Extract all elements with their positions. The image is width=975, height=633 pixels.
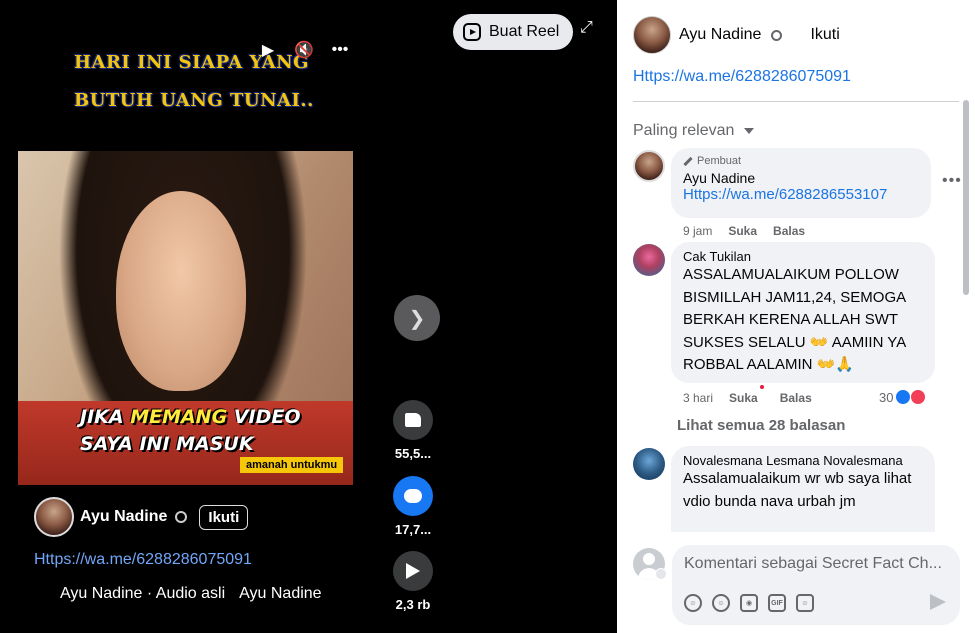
reaction-count: 30 — [879, 389, 894, 405]
emoji-icon[interactable]: ☺ — [712, 594, 730, 612]
play-icon[interactable]: ▶ — [258, 40, 278, 60]
comment-text: Assalamualaikum wr wb saya lihat vdio bu… — [683, 470, 912, 510]
sticker-icon[interactable]: ☺ — [796, 594, 814, 612]
scrollbar[interactable] — [963, 100, 969, 295]
expand-icon[interactable]: ⤢ — [580, 19, 593, 37]
like-reaction-icon — [895, 389, 912, 405]
follow-button[interactable]: Ikuti — [810, 26, 839, 44]
creator-name[interactable]: Ayu Nadine — [80, 508, 167, 526]
see-all-replies[interactable]: Lihat semua 28 balasan — [677, 417, 845, 434]
video-controls: ▶ 🔇 ••• — [258, 40, 350, 60]
comment-time[interactable]: 3 hari — [683, 391, 713, 405]
like-link[interactable]: Suka — [729, 391, 758, 405]
comment-composer: ☺ ☺ ◉ GIF ☺ — [617, 532, 975, 633]
comment-bubble: Cak Tukilan ASSALAMUALAIKUM POLLOW BISMI… — [671, 242, 935, 383]
video-thumbnail[interactable]: JIKA MEMANG VIDEO SAYA INI MASUK amanah … — [18, 151, 353, 485]
thumbnail-tag: amanah untukmu — [240, 457, 344, 473]
follow-button[interactable]: Ikuti — [199, 504, 249, 530]
avatar[interactable] — [633, 16, 671, 54]
description-link[interactable]: Https://wa.me/6288286075091 — [34, 551, 252, 569]
camera-icon[interactable]: ◉ — [740, 594, 758, 612]
chevron-right-icon: ❯ — [408, 307, 426, 330]
avatar-sticker-icon[interactable]: ☺ — [684, 594, 702, 612]
sort-label: Paling relevan — [633, 122, 735, 139]
comment-text: ASSALAMUALAIKUM POLLOW BISMILLAH JAM11,2… — [683, 266, 906, 373]
thumbnail-caption: JIKA MEMANG VIDEO — [80, 406, 301, 428]
globe-icon — [175, 511, 188, 523]
audio-text: Ayu Nadine — [239, 585, 322, 602]
comment-bubble: Novalesmana Lesmana Novalesmana Assalamu… — [671, 446, 935, 534]
globe-icon — [771, 29, 783, 41]
author-header: Ayu Nadine Ikuti — [633, 16, 840, 54]
comment-author[interactable]: Ayu Nadine — [683, 170, 919, 186]
reel-icon — [463, 23, 481, 41]
thumbnail-face — [116, 191, 246, 391]
comment-action[interactable]: 17,7... — [392, 476, 434, 537]
avatar[interactable] — [633, 244, 665, 276]
sort-dropdown[interactable]: Paling relevan — [633, 122, 755, 140]
author-name[interactable]: Ayu Nadine — [679, 26, 761, 44]
comment-meta: 3 hari Suka Balas — [683, 385, 812, 405]
like-count: 55,5... — [394, 446, 432, 461]
volume-muted-icon[interactable]: 🔇 — [294, 40, 314, 60]
chevron-down-icon[interactable] — [655, 568, 667, 580]
send-icon[interactable] — [930, 594, 946, 610]
reply-link[interactable]: Balas — [773, 224, 805, 238]
caret-down-icon — [744, 128, 755, 134]
share-count: 2,3 rb — [395, 597, 431, 612]
comment-count: 17,7... — [394, 522, 432, 537]
avatar[interactable] — [633, 150, 665, 182]
comment-button[interactable] — [393, 476, 433, 516]
comment-meta: 9 jam Suka Balas — [683, 224, 805, 238]
thumbnail-caption: SAYA INI MASUK — [80, 433, 254, 455]
avatar[interactable] — [34, 497, 74, 537]
create-reel-label: Buat Reel — [489, 23, 560, 40]
reply-link[interactable]: Balas — [780, 391, 812, 405]
more-icon[interactable]: ••• — [330, 41, 350, 59]
create-reel-button[interactable]: Buat Reel — [453, 14, 574, 50]
avatar[interactable] — [633, 448, 665, 480]
notification-dot — [759, 385, 764, 389]
audio-info[interactable]: Ayu Nadine · Audio asli Ayu Nadine — [60, 585, 322, 603]
divider — [633, 101, 959, 102]
like-action[interactable]: 55,5... — [392, 400, 434, 461]
video-pane[interactable]: HARI INI SIAPA YANG BUTUH UANG TUNAI.. ▶… — [0, 0, 617, 633]
comment-time[interactable]: 9 jam — [683, 224, 712, 238]
comment-bubble: Pembuat Ayu Nadine Https://wa.me/6288286… — [671, 148, 931, 218]
video-overlay-text: BUTUH UANG TUNAI.. — [74, 90, 314, 111]
comment-author[interactable]: Cak Tukilan — [683, 249, 923, 264]
comment-link[interactable]: Https://wa.me/6288286553107 — [683, 186, 919, 203]
thumbs-up-icon — [405, 413, 421, 427]
like-button[interactable] — [393, 400, 433, 440]
creator-row: Ayu Nadine Ikuti — [34, 497, 249, 537]
comment-input[interactable] — [684, 555, 946, 573]
share-button[interactable] — [393, 551, 433, 591]
love-reaction-icon — [910, 389, 927, 405]
composer-tools: ☺ ☺ ◉ GIF ☺ — [684, 594, 814, 612]
creator-badge: Pembuat — [683, 155, 919, 167]
gif-icon[interactable]: GIF — [768, 594, 786, 612]
share-icon — [406, 563, 420, 579]
like-link[interactable]: Suka — [728, 224, 757, 238]
description-link[interactable]: Https://wa.me/6288286075091 — [633, 68, 851, 86]
share-action[interactable]: 2,3 rb — [392, 551, 434, 612]
more-icon[interactable]: ••• — [942, 172, 962, 190]
comment-box[interactable]: ☺ ☺ ◉ GIF ☺ — [672, 545, 960, 625]
next-video-button[interactable]: ❯ — [394, 295, 440, 341]
pencil-icon — [683, 156, 693, 166]
comment-author[interactable]: Novalesmana Lesmana Novalesmana — [683, 453, 923, 468]
comment-icon — [404, 489, 422, 503]
reaction-summary[interactable]: 30 — [879, 389, 927, 405]
audio-text: Ayu Nadine · Audio asli — [60, 585, 226, 602]
